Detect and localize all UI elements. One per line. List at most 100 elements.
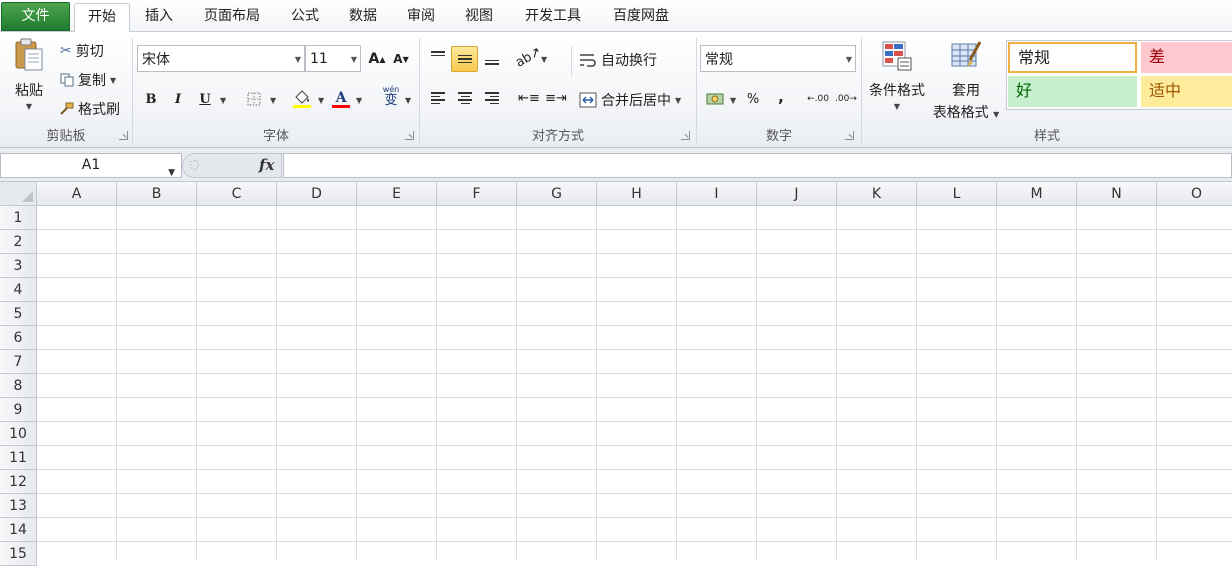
cut-button[interactable]: ✂ 剪切 (60, 41, 104, 61)
column-header[interactable]: C (197, 182, 277, 206)
copy-dropdown-icon[interactable]: ▼ (110, 76, 116, 85)
row-header[interactable]: 13 (0, 494, 37, 518)
tab-review[interactable]: 审阅 (398, 3, 444, 32)
style-normal[interactable]: 常规 (1008, 42, 1137, 73)
column-header[interactable]: J (757, 182, 837, 206)
column-header[interactable]: I (677, 182, 757, 206)
format-painter-button[interactable]: 格式刷 (58, 99, 120, 119)
grow-font-button[interactable]: A ▲ (366, 48, 388, 70)
column-header[interactable]: G (517, 182, 597, 206)
font-name-select[interactable]: 宋体 ▼ (137, 45, 305, 72)
row-header[interactable]: 6 (0, 326, 37, 350)
format-as-table-dropdown-icon[interactable]: ▼ (993, 110, 999, 119)
alignment-launcher-icon[interactable] (681, 131, 690, 140)
bold-button[interactable]: B (140, 88, 162, 110)
formula-input[interactable] (283, 153, 1232, 178)
font-color-button[interactable]: A (330, 88, 352, 110)
paste-dropdown-icon[interactable]: ▼ (26, 102, 32, 111)
row-header[interactable]: 8 (0, 374, 37, 398)
increase-indent-button[interactable]: ≡⇥ (545, 87, 567, 109)
format-as-table-button[interactable]: 套用 表格格式 ▼ (931, 40, 1001, 122)
align-center-button[interactable] (454, 87, 476, 109)
tab-baidu-netdisk[interactable]: 百度网盘 (602, 3, 680, 32)
clipboard-launcher-icon[interactable] (119, 131, 128, 140)
row-header[interactable]: 12 (0, 470, 37, 494)
fill-color-dropdown-icon[interactable]: ▼ (318, 96, 324, 105)
align-right-button[interactable] (481, 87, 503, 109)
align-middle-button[interactable] (451, 46, 478, 72)
align-top-button[interactable] (427, 46, 449, 68)
italic-button[interactable]: I (167, 88, 189, 110)
name-box[interactable]: A1 ▼ (0, 153, 182, 178)
merge-center-button[interactable]: 合并后居中 ▼ (579, 90, 681, 110)
row-header[interactable]: 9 (0, 398, 37, 422)
row-header[interactable]: 10 (0, 422, 37, 446)
percent-button[interactable]: % (742, 88, 764, 110)
tab-view[interactable]: 视图 (456, 3, 502, 32)
row-header[interactable]: 14 (0, 518, 37, 542)
style-bad[interactable]: 差 (1141, 42, 1232, 73)
merge-dropdown-icon[interactable]: ▼ (675, 96, 681, 105)
column-header[interactable]: A (37, 182, 117, 206)
phonetic-button[interactable]: wén 变 (378, 86, 404, 108)
insert-function-icon[interactable]: fx (259, 156, 274, 174)
tab-formulas[interactable]: 公式 (282, 3, 328, 32)
wrap-text-button[interactable]: 自动换行 (579, 50, 657, 70)
shrink-font-button[interactable]: A ▼ (390, 48, 412, 70)
paste-icon (15, 38, 43, 71)
font-size-select[interactable]: 11 ▼ (305, 45, 361, 72)
accounting-dropdown-icon[interactable]: ▼ (730, 96, 736, 105)
tab-data[interactable]: 数据 (340, 3, 386, 32)
column-header[interactable]: N (1077, 182, 1157, 206)
style-good[interactable]: 好 (1008, 76, 1137, 107)
tab-file[interactable]: 文件 (1, 2, 70, 31)
accounting-format-button[interactable] (704, 88, 726, 110)
column-header[interactable]: D (277, 182, 357, 206)
tab-developer[interactable]: 开发工具 (514, 3, 592, 32)
orientation-dropdown-icon[interactable]: ▼ (541, 55, 547, 64)
phonetic-dropdown-icon[interactable]: ▼ (405, 96, 411, 105)
column-header[interactable]: M (997, 182, 1077, 206)
tab-insert[interactable]: 插入 (136, 3, 182, 32)
underline-button[interactable]: U (194, 88, 216, 110)
row-header[interactable]: 5 (0, 302, 37, 326)
conditional-formatting-button[interactable]: 条件格式 ▼ (866, 40, 928, 111)
column-header[interactable]: O (1157, 182, 1232, 206)
copy-button[interactable]: 复制 ▼ (60, 70, 116, 90)
increase-decimal-button[interactable]: ←.00 (805, 88, 831, 110)
column-header[interactable]: E (357, 182, 437, 206)
font-launcher-icon[interactable] (405, 131, 414, 140)
row-header[interactable]: 4 (0, 278, 37, 302)
row-header[interactable]: 7 (0, 350, 37, 374)
comma-style-button[interactable]: , (770, 86, 792, 108)
column-header[interactable]: K (837, 182, 917, 206)
cell-area[interactable] (37, 206, 1232, 559)
borders-button[interactable] (243, 88, 265, 110)
align-left-button[interactable] (427, 87, 449, 109)
decrease-indent-button[interactable]: ⇤≡ (518, 87, 540, 109)
font-color-dropdown-icon[interactable]: ▼ (356, 96, 362, 105)
underline-dropdown-icon[interactable]: ▼ (220, 96, 226, 105)
tab-page-layout[interactable]: 页面布局 (194, 3, 270, 32)
tab-home[interactable]: 开始 (74, 3, 130, 33)
number-launcher-icon[interactable] (845, 131, 854, 140)
align-bottom-button[interactable] (481, 48, 503, 70)
conditional-formatting-dropdown-icon[interactable]: ▼ (894, 102, 900, 111)
row-header[interactable]: 2 (0, 230, 37, 254)
column-header[interactable]: B (117, 182, 197, 206)
row-header[interactable]: 15 (0, 542, 37, 566)
borders-dropdown-icon[interactable]: ▼ (270, 96, 276, 105)
decrease-decimal-button[interactable]: .00→ (833, 88, 859, 110)
style-neutral[interactable]: 适中 (1141, 76, 1232, 107)
column-header[interactable]: L (917, 182, 997, 206)
select-all-corner[interactable] (0, 182, 37, 206)
number-format-select[interactable]: 常规 ▼ (700, 45, 856, 72)
column-header[interactable]: F (437, 182, 517, 206)
orientation-button[interactable]: ab↗ (514, 44, 545, 71)
paste-button[interactable]: 粘贴 ▼ (8, 38, 50, 111)
row-header[interactable]: 11 (0, 446, 37, 470)
row-header[interactable]: 3 (0, 254, 37, 278)
column-header[interactable]: H (597, 182, 677, 206)
row-header[interactable]: 1 (0, 206, 37, 230)
fill-color-button[interactable] (291, 88, 313, 110)
